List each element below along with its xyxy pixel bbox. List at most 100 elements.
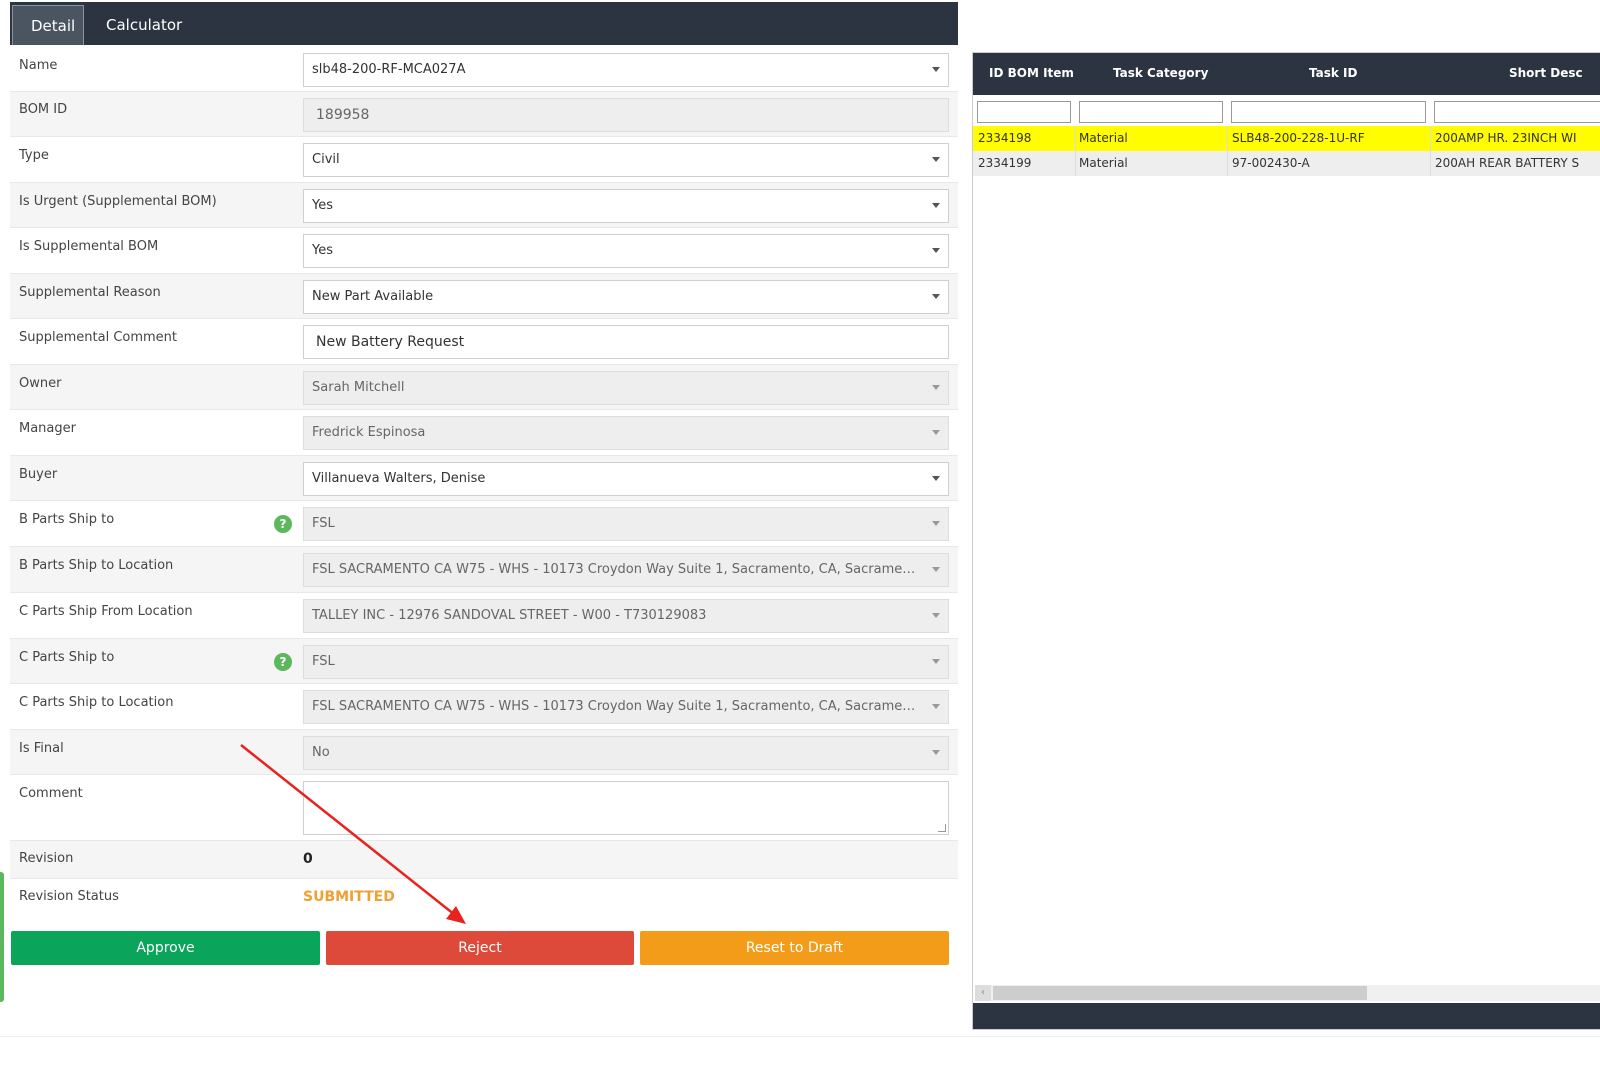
b-parts-ship-to-location-label: B Parts Ship to Location: [19, 558, 174, 573]
b-parts-ship-to-location-select: FSL SACRAMENTO CA W75 - WHS - 10173 Croy…: [303, 553, 949, 587]
tab-detail[interactable]: Detail: [12, 5, 84, 45]
column-divider: [1227, 151, 1228, 176]
c-parts-ship-to-location-value: FSL SACRAMENTO CA W75 - WHS - 10173 Croy…: [312, 699, 920, 714]
filter-input-short-desc[interactable]: [1434, 101, 1600, 123]
comment-label: Comment: [19, 786, 83, 801]
buyer-select[interactable]: Villanueva Walters, Denise: [303, 462, 949, 496]
column-divider: [1430, 126, 1431, 151]
supplemental-comment-input[interactable]: New Battery Request: [303, 325, 949, 359]
c-parts-ship-from-location-select: TALLEY INC - 12976 SANDOVAL STREET - W00…: [303, 599, 949, 633]
resize-handle-icon[interactable]: [938, 824, 946, 832]
form-row-manager: Manager Fredrick Espinosa: [10, 410, 958, 456]
form-row-revision: Revision 0: [10, 841, 958, 879]
chevron-down-icon: [932, 157, 940, 162]
form-row-supplemental-reason: Supplemental Reason New Part Available: [10, 274, 958, 319]
c-parts-ship-to-location-select: FSL SACRAMENTO CA W75 - WHS - 10173 Croy…: [303, 690, 949, 724]
filter-input-task-id[interactable]: [1231, 101, 1426, 123]
name-label: Name: [19, 58, 58, 73]
column-divider: [1227, 126, 1228, 151]
question-circle-icon[interactable]: ?: [274, 653, 292, 671]
b-parts-ship-to-value: FSL: [312, 516, 335, 531]
is-final-select: No: [303, 736, 949, 770]
form-row-is-urgent: Is Urgent (Supplemental BOM) Yes: [10, 183, 958, 228]
chevron-down-icon: [932, 430, 940, 435]
table-row[interactable]: 2334199 Material 97-002430-A 200AH REAR …: [973, 151, 1600, 176]
cell-task-id: 97-002430-A: [1232, 156, 1310, 170]
tab-calculator[interactable]: Calculator: [88, 5, 200, 45]
form-row-c-parts-ship-to-location: C Parts Ship to Location FSL SACRAMENTO …: [10, 684, 958, 730]
filter-input-id-bom-item[interactable]: [977, 101, 1071, 123]
chevron-left-icon[interactable]: ‹: [975, 985, 991, 1001]
bom-items-grid: ID BOM Item Task Category Task ID Short …: [972, 52, 1600, 1030]
reject-button[interactable]: Reject: [326, 931, 634, 965]
revision-status-label: Revision Status: [19, 889, 119, 904]
form-row-name: Name slb48-200-RF-MCA027A: [10, 47, 958, 92]
column-divider: [1430, 151, 1431, 176]
cell-task-id: SLB48-200-228-1U-RF: [1232, 131, 1365, 145]
form-row-is-final: Is Final No: [10, 730, 958, 775]
c-parts-ship-from-location-value: TALLEY INC - 12976 SANDOVAL STREET - W00…: [312, 608, 707, 623]
type-value: Civil: [312, 152, 340, 167]
chevron-down-icon: [932, 248, 940, 253]
chevron-down-icon: [932, 613, 940, 618]
manager-value: Fredrick Espinosa: [312, 425, 426, 440]
is-urgent-label: Is Urgent (Supplemental BOM): [19, 194, 217, 209]
side-panel-handle[interactable]: [0, 872, 4, 1002]
column-divider: [1075, 126, 1076, 151]
cell-task-category: Material: [1079, 131, 1128, 145]
form-row-supplemental-comment: Supplemental Comment New Battery Request: [10, 319, 958, 365]
chevron-down-icon: [932, 385, 940, 390]
question-circle-icon[interactable]: ?: [274, 515, 292, 533]
chevron-down-icon: [932, 750, 940, 755]
bom-id-label: BOM ID: [19, 102, 68, 117]
buyer-value: Villanueva Walters, Denise: [312, 471, 486, 486]
c-parts-ship-to-label: C Parts Ship to: [19, 650, 115, 665]
column-header-short-desc[interactable]: Short Desc: [1509, 66, 1583, 80]
form-row-is-supplemental: Is Supplemental BOM Yes: [10, 228, 958, 274]
chevron-down-icon: [932, 67, 940, 72]
is-urgent-value: Yes: [312, 198, 333, 213]
table-row[interactable]: 2334198 Material SLB48-200-228-1U-RF 200…: [973, 126, 1600, 151]
type-select[interactable]: Civil: [303, 143, 949, 177]
chevron-down-icon: [932, 704, 940, 709]
column-header-id-bom-item[interactable]: ID BOM Item: [989, 66, 1074, 80]
comment-textarea[interactable]: [303, 781, 949, 835]
supplemental-reason-select[interactable]: New Part Available: [303, 280, 949, 314]
manager-label: Manager: [19, 421, 76, 436]
form-row-buyer: Buyer Villanueva Walters, Denise: [10, 456, 958, 501]
scrollbar-thumb[interactable]: [993, 986, 1367, 1000]
chevron-down-icon: [932, 203, 940, 208]
grid-footer: [973, 1003, 1600, 1029]
is-final-value: No: [312, 745, 330, 760]
filter-input-task-category[interactable]: [1079, 101, 1223, 123]
form-row-comment: Comment: [10, 775, 958, 841]
divider: [0, 1036, 1600, 1037]
name-select[interactable]: slb48-200-RF-MCA027A: [303, 53, 949, 87]
b-parts-ship-to-select: FSL: [303, 507, 949, 541]
manager-select: Fredrick Espinosa: [303, 416, 949, 450]
c-parts-ship-to-select: FSL: [303, 645, 949, 679]
reset-to-draft-button[interactable]: Reset to Draft: [640, 931, 949, 965]
horizontal-scrollbar[interactable]: ‹: [975, 985, 1600, 1001]
chevron-down-icon: [932, 659, 940, 664]
supplemental-reason-label: Supplemental Reason: [19, 285, 161, 300]
c-parts-ship-to-value: FSL: [312, 654, 335, 669]
c-parts-ship-to-location-label: C Parts Ship to Location: [19, 695, 174, 710]
supplemental-comment-label: Supplemental Comment: [19, 330, 178, 345]
grid-header: ID BOM Item Task Category Task ID Short …: [973, 53, 1600, 95]
column-divider: [1075, 151, 1076, 176]
is-urgent-select[interactable]: Yes: [303, 189, 949, 223]
name-value: slb48-200-RF-MCA027A: [312, 62, 466, 77]
chevron-down-icon: [932, 476, 940, 481]
column-header-task-category[interactable]: Task Category: [1113, 66, 1208, 80]
form-row-revision-status: Revision Status SUBMITTED: [10, 879, 958, 919]
chevron-down-icon: [932, 294, 940, 299]
owner-value: Sarah Mitchell: [312, 380, 405, 395]
grid-filter-row: [973, 95, 1600, 128]
column-header-task-id[interactable]: Task ID: [1309, 66, 1357, 80]
supplemental-comment-value: New Battery Request: [316, 334, 465, 350]
chevron-down-icon: [932, 567, 940, 572]
supplemental-reason-value: New Part Available: [312, 289, 434, 304]
approve-button[interactable]: Approve: [11, 931, 320, 965]
is-supplemental-select[interactable]: Yes: [303, 234, 949, 268]
